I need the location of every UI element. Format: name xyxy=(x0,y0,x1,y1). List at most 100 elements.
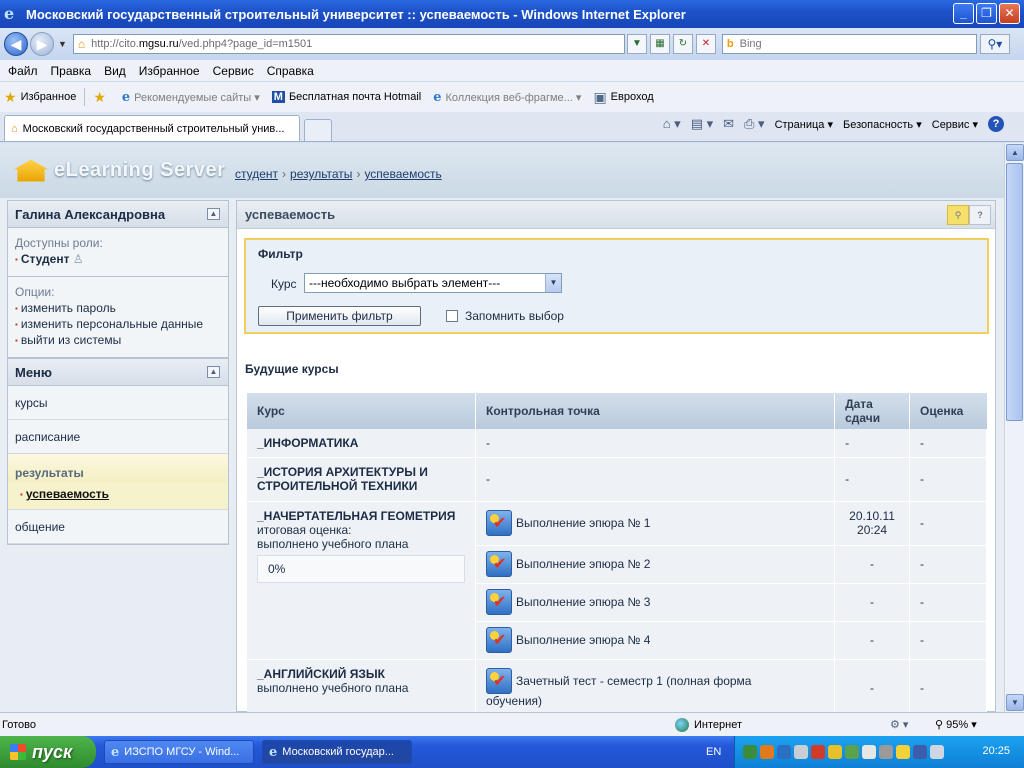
scroll-up-icon[interactable]: ▲ xyxy=(1006,144,1024,161)
clock[interactable]: 20:25 xyxy=(982,745,1010,757)
results-title[interactable]: результаты xyxy=(8,454,228,483)
new-tab-button[interactable] xyxy=(304,119,332,141)
protected-mode-icon[interactable]: ⚙ ▾ xyxy=(890,718,908,731)
checklist-icon[interactable] xyxy=(486,589,512,615)
collapse-icon[interactable]: ▲ xyxy=(207,208,220,220)
mail-icon[interactable]: ✉ xyxy=(723,116,734,132)
role-student[interactable]: Студент ♙ xyxy=(15,252,221,266)
menu-view[interactable]: Вид xyxy=(104,64,126,78)
window-title: Московский государственный строительный … xyxy=(26,6,686,22)
zoom-control[interactable]: ⚲ 95% ▾ xyxy=(935,718,977,731)
checklist-icon[interactable] xyxy=(486,510,512,536)
help-icon[interactable]: ? xyxy=(988,116,1004,132)
msn-icon: M xyxy=(271,91,285,103)
forward-button[interactable]: ▶ xyxy=(30,32,54,56)
breadcrumb-results[interactable]: результаты xyxy=(290,167,352,181)
close-button[interactable]: ✕ xyxy=(999,3,1020,24)
course-select[interactable]: ---необходимо выбрать элемент--- ▼ xyxy=(304,273,562,293)
sidebar-item-schedule[interactable]: расписание xyxy=(8,420,228,454)
tray-icon[interactable] xyxy=(794,745,808,759)
tray-icon[interactable] xyxy=(777,745,791,759)
main-panel: успеваемость ⚲ ? Фильтр Курс ---необходи… xyxy=(236,200,996,712)
tray-icon[interactable] xyxy=(743,745,757,759)
search-page-icon[interactable]: ⚲ xyxy=(947,205,969,225)
taskbar-item[interactable]: e ИЗСПО МГСУ - Wind... xyxy=(104,740,254,764)
menu-edit[interactable]: Правка xyxy=(51,64,92,78)
page-menu[interactable]: Страница ▾ xyxy=(775,118,833,131)
scroll-thumb[interactable] xyxy=(1006,163,1023,421)
checkpoint-link[interactable]: Выполнение эпюра № 4 xyxy=(516,633,650,647)
add-favorite-button[interactable]: ★ xyxy=(93,89,110,106)
breadcrumb-progress[interactable]: успеваемость xyxy=(364,167,441,181)
tray-icon[interactable] xyxy=(913,745,927,759)
menu-file[interactable]: Файл xyxy=(8,64,38,78)
refresh-icon[interactable]: ↻ xyxy=(672,34,693,54)
tray-icon[interactable] xyxy=(760,745,774,759)
tray-icon[interactable] xyxy=(879,745,893,759)
stop-icon[interactable]: ✕ xyxy=(695,34,716,54)
tray-icon[interactable] xyxy=(845,745,859,759)
sidebar-item-communication[interactable]: общение xyxy=(8,510,228,544)
security-zone[interactable]: Интернет xyxy=(675,717,742,732)
checklist-icon[interactable] xyxy=(486,551,512,577)
sidebar-item-courses[interactable]: курсы xyxy=(8,386,228,420)
grade-cell: - xyxy=(909,501,987,546)
tray-icon[interactable] xyxy=(828,745,842,759)
start-label: пуск xyxy=(32,741,73,762)
tray-icon[interactable] xyxy=(896,745,910,759)
favorites-button[interactable]: ★ Избранное xyxy=(4,89,76,106)
help-page-icon[interactable]: ? xyxy=(969,205,991,225)
checkpoint-link[interactable]: Выполнение эпюра № 3 xyxy=(516,595,650,609)
checklist-icon[interactable] xyxy=(486,627,512,653)
logout-link[interactable]: выйти из системы xyxy=(15,333,221,347)
ie-icon: e xyxy=(111,744,120,760)
history-dropdown-icon[interactable]: ▼ xyxy=(58,39,67,49)
fav-suggested-sites[interactable]: e Рекомендуемые сайты ▾ xyxy=(122,90,260,105)
tools-menu[interactable]: Сервис ▾ xyxy=(932,118,978,131)
search-input[interactable]: b Bing xyxy=(721,34,977,54)
checklist-icon[interactable] xyxy=(486,668,512,694)
menu-favorites[interactable]: Избранное xyxy=(139,64,200,78)
security-menu[interactable]: Безопасность ▾ xyxy=(843,118,922,131)
change-password-link[interactable]: изменить пароль xyxy=(15,301,221,315)
menu-tools[interactable]: Сервис xyxy=(213,64,254,78)
collapse-icon[interactable]: ▲ xyxy=(207,366,220,378)
checkpoint-link[interactable]: Зачетный тест - семестр 1 (полная форма xyxy=(516,674,751,688)
home-icon[interactable]: ⌂ ▾ xyxy=(663,116,681,132)
site-logo[interactable]: eLearning Server xyxy=(14,159,225,182)
sidebar-item-progress[interactable]: успеваемость xyxy=(8,483,228,509)
ie-icon: e xyxy=(121,89,131,105)
scroll-down-icon[interactable]: ▼ xyxy=(1006,694,1024,711)
apply-filter-button[interactable]: Применить фильтр xyxy=(258,306,421,326)
checkpoint-link-cont[interactable]: обучения) xyxy=(486,694,824,708)
menu-help[interactable]: Справка xyxy=(267,64,314,78)
tray-icon[interactable] xyxy=(862,745,876,759)
maximize-button[interactable]: ❐ xyxy=(976,3,997,24)
fav-hotmail[interactable]: M Бесплатная почта Hotmail xyxy=(271,91,421,103)
tab-current[interactable]: ⌂ Московский государственный строительны… xyxy=(4,115,300,141)
search-button[interactable]: ⚲▾ xyxy=(979,34,1010,54)
user-name: Галина Александровна xyxy=(15,206,166,222)
feeds-icon[interactable]: ▤ ▾ xyxy=(691,116,713,132)
back-button[interactable]: ◀ xyxy=(4,32,28,56)
start-button[interactable]: пуск xyxy=(0,736,96,768)
remember-checkbox[interactable] xyxy=(446,310,458,322)
fav-webslices[interactable]: e Коллекция веб-фрагме... ▾ xyxy=(433,90,581,105)
tray-icon[interactable] xyxy=(811,745,825,759)
tray-icon[interactable] xyxy=(930,745,944,759)
language-indicator[interactable]: EN xyxy=(706,746,721,758)
fav-evrohod[interactable]: ▣ Евроход xyxy=(593,89,653,106)
print-icon[interactable]: ⎙ ▾ xyxy=(744,116,765,132)
vertical-scrollbar[interactable]: ▲ ▼ xyxy=(1004,143,1024,712)
change-personal-data-link[interactable]: изменить персональные данные xyxy=(15,317,221,331)
compatibility-icon[interactable]: ▦ xyxy=(649,34,670,54)
breadcrumb-student[interactable]: студент xyxy=(235,167,278,181)
taskbar-item[interactable]: e Московский государ... xyxy=(262,740,412,764)
menu-title: Меню xyxy=(15,364,53,380)
checkpoint-link[interactable]: Выполнение эпюра № 1 xyxy=(516,516,650,530)
address-dropdown-icon[interactable]: ▼ xyxy=(626,34,647,54)
course-select-value: ---необходимо выбрать элемент--- xyxy=(309,276,501,290)
address-input[interactable]: ⌂ http://cito. mgsu.ru/ved.php4?page_id=m… xyxy=(72,34,625,54)
checkpoint-link[interactable]: Выполнение эпюра № 2 xyxy=(516,557,650,571)
minimize-button[interactable]: _ xyxy=(953,3,974,24)
